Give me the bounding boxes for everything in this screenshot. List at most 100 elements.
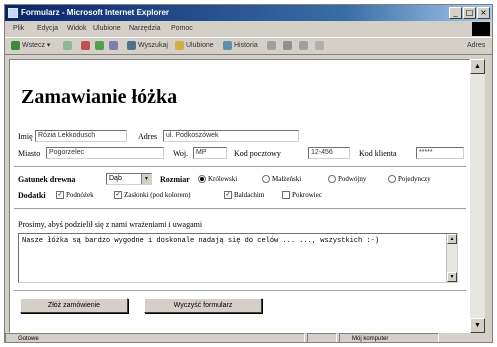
home-button[interactable] xyxy=(109,38,120,54)
submit-order-button[interactable]: Złóż zamówienie xyxy=(20,298,128,313)
menu-favorites[interactable]: Ulubione xyxy=(93,22,121,36)
extras-option-canopy[interactable]: ✓ Baldachim xyxy=(224,191,265,200)
window-title: Formularz - Microsoft Internet Explorer xyxy=(21,8,170,17)
close-button[interactable]: × xyxy=(477,7,490,19)
zip-label: Kod pocztowy xyxy=(234,149,281,158)
scroll-up-icon[interactable]: ▲ xyxy=(470,59,485,74)
minimize-button[interactable]: _ xyxy=(449,7,462,19)
city-label: Miasto xyxy=(18,149,41,158)
address-field-label: Adres xyxy=(138,132,158,141)
menu-edit[interactable]: Edycja xyxy=(37,22,58,36)
stop-icon xyxy=(81,40,90,50)
size-radio-twin[interactable] xyxy=(328,175,336,184)
name-label: Imię xyxy=(18,132,33,141)
search-label: Wyszukaj xyxy=(138,42,168,49)
back-arrow-icon xyxy=(11,40,20,50)
browser-window: Formularz - Microsoft Internet Explorer … xyxy=(4,4,493,343)
customer-code-field[interactable]: ***** xyxy=(416,147,464,159)
scroll-down-icon[interactable]: ▼ xyxy=(447,272,457,282)
discuss-icon xyxy=(315,40,324,50)
size-option-double[interactable]: Małżeński xyxy=(262,175,302,184)
size-radio-double[interactable] xyxy=(262,175,270,184)
size-option-single[interactable]: Pojedynczy xyxy=(388,175,431,184)
status-cell xyxy=(307,333,337,342)
status-zone: Mój komputer xyxy=(339,333,439,342)
mail-icon xyxy=(267,40,276,50)
extras-option-cover[interactable]: Pokrowiec xyxy=(282,191,322,200)
comments-label: Prosimy, abyś podzielił się z nami wraże… xyxy=(18,220,203,229)
extras-check-footboard[interactable]: ✓ xyxy=(56,191,64,200)
size-radio-single[interactable] xyxy=(388,175,396,184)
menu-tools[interactable]: Narzędzia xyxy=(129,22,161,36)
stop-button[interactable] xyxy=(81,38,92,54)
size-radio-king[interactable] xyxy=(198,175,206,184)
page-scrollbar[interactable]: ▲ ▼ xyxy=(470,59,485,333)
page-title: Zamawianie łóżka xyxy=(21,86,178,108)
scroll-down-icon[interactable]: ▼ xyxy=(470,318,485,333)
maximize-button[interactable]: □ xyxy=(463,7,476,19)
extras-check-curtains[interactable]: ✓ xyxy=(114,191,122,200)
menu-help[interactable]: Pomoc xyxy=(171,22,193,36)
comments-textarea[interactable]: Nasze łóżka są bardzo wygodne i doskonal… xyxy=(18,233,458,283)
window-controls: _ □ × xyxy=(449,7,490,19)
extras-option-label: Baldachim xyxy=(234,191,265,199)
zone-text: Mój komputer xyxy=(352,336,389,342)
refresh-button[interactable] xyxy=(95,38,106,54)
refresh-icon xyxy=(95,40,104,50)
status-bar: Gotowe Mój komputer xyxy=(5,333,492,342)
extras-option-footboard[interactable]: ✓ Podnóżek xyxy=(56,191,94,200)
search-icon xyxy=(127,40,136,50)
search-button[interactable]: Wyszukaj xyxy=(127,38,168,54)
home-icon xyxy=(109,40,118,50)
extras-check-cover[interactable] xyxy=(282,191,290,200)
menu-bar: Plik Edycja Widok Ulubione Narzędzia Pom… xyxy=(5,22,492,36)
windows-logo-icon xyxy=(472,22,490,36)
address-field[interactable]: ul. Podkoszówek xyxy=(163,130,299,142)
history-button[interactable]: Historia xyxy=(223,38,258,54)
divider-1 xyxy=(14,166,466,168)
size-option-label: Królewski xyxy=(208,175,238,183)
address-label: Adres xyxy=(467,42,486,49)
toolbar: Wstecz ▾ Wyszukaj Ulubione Historia Adre… xyxy=(5,37,492,55)
favorites-button[interactable]: Ulubione xyxy=(175,38,214,54)
divider-3 xyxy=(14,290,466,292)
size-option-king[interactable]: Królewski xyxy=(198,175,238,184)
back-button[interactable]: Wstecz ▾ xyxy=(11,38,50,54)
favorites-icon xyxy=(175,40,184,50)
size-option-label: Pojedynczy xyxy=(398,175,431,183)
size-option-twin[interactable]: Podwójny xyxy=(328,175,366,184)
back-label: Wstecz xyxy=(22,42,45,49)
extras-option-label: Podnóżek xyxy=(66,191,94,199)
title-bar: Formularz - Microsoft Internet Explorer … xyxy=(5,5,492,21)
print-button[interactable] xyxy=(283,38,294,54)
scroll-up-icon[interactable]: ▲ xyxy=(447,234,457,244)
zip-field[interactable]: 12-456 xyxy=(308,147,350,159)
extras-label: Dodatki xyxy=(18,191,46,200)
print-icon xyxy=(283,40,292,50)
favorites-label: Ulubione xyxy=(186,42,214,49)
menu-file[interactable]: Plik xyxy=(13,22,24,36)
province-field[interactable]: MP xyxy=(193,147,227,159)
divider-2 xyxy=(14,208,466,210)
textarea-scrollbar[interactable]: ▲ ▼ xyxy=(446,234,457,282)
extras-option-curtains[interactable]: ✓ Zasłonki (pod kolorem) xyxy=(114,191,191,200)
menu-view[interactable]: Widok xyxy=(67,22,86,36)
edit-button[interactable] xyxy=(299,38,310,54)
wood-select[interactable]: Dąb ▼ xyxy=(106,173,152,185)
extras-option-label: Zasłonki (pod kolorem) xyxy=(124,191,191,199)
size-label: Rozmiar xyxy=(160,175,190,184)
forward-button[interactable] xyxy=(63,38,74,54)
status-text: Gotowe xyxy=(18,336,39,342)
name-field[interactable]: Rózia Lekkodusch xyxy=(35,130,127,142)
ie-app-icon xyxy=(8,8,18,18)
history-label: Historia xyxy=(234,42,258,49)
size-option-label: Małżeński xyxy=(272,175,302,183)
city-field[interactable]: Pogorzelec xyxy=(46,147,164,159)
wood-label: Gatunek drewna xyxy=(18,175,76,184)
history-icon xyxy=(223,40,232,50)
mail-button[interactable] xyxy=(267,38,278,54)
extras-check-canopy[interactable]: ✓ xyxy=(224,191,232,200)
extras-option-label: Pokrowiec xyxy=(292,191,322,199)
discuss-button[interactable] xyxy=(315,38,326,54)
reset-form-button[interactable]: Wyczyść formularz xyxy=(144,298,262,313)
